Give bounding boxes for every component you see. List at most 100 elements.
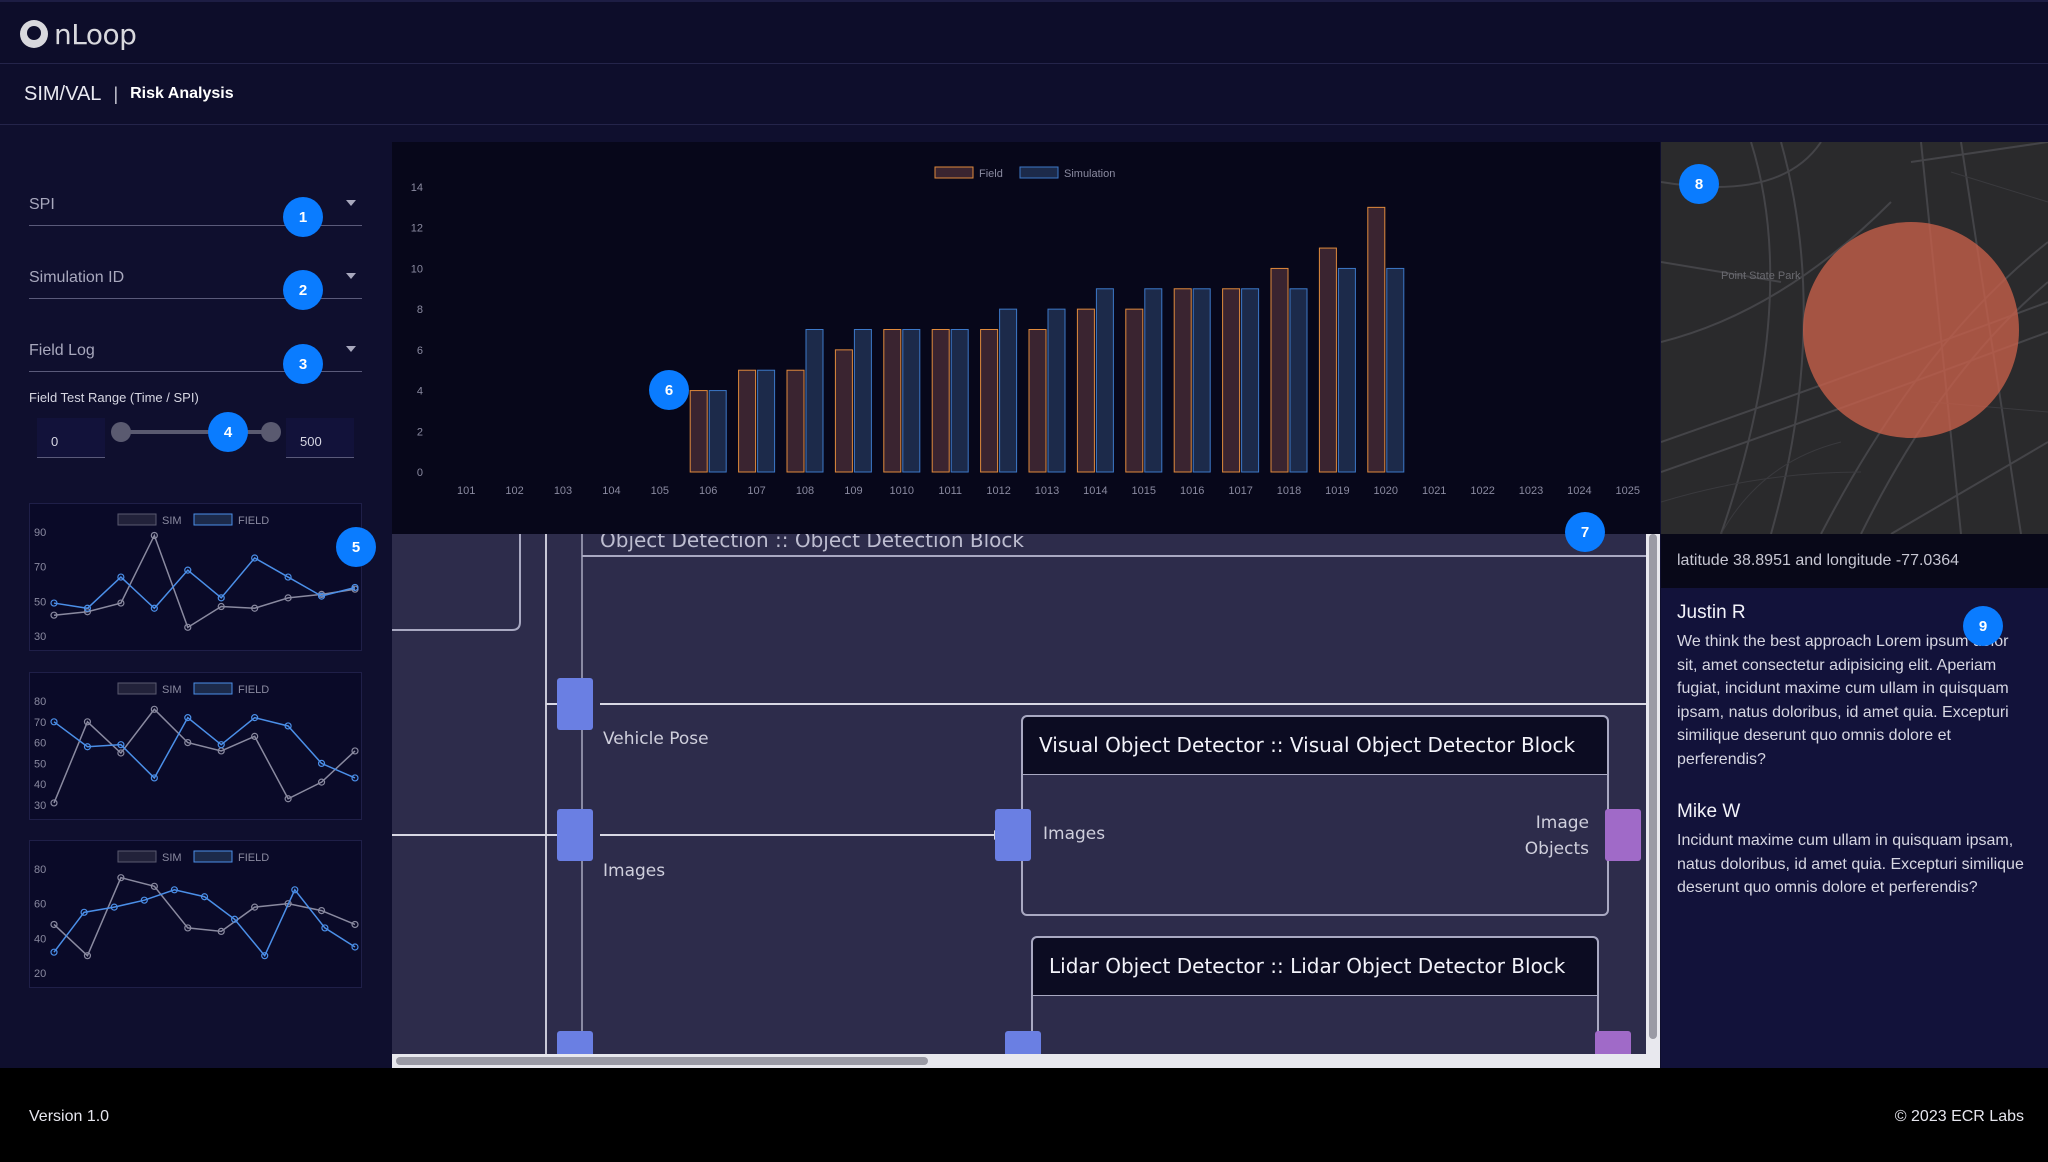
breadcrumb: SIM/VAL | Risk Analysis — [0, 64, 2048, 125]
x-tick-label: 1016 — [1180, 485, 1204, 497]
field-bar — [1270, 267, 1289, 473]
images-label: Images — [603, 861, 666, 881]
field-bar — [1125, 308, 1144, 473]
range-min-input[interactable]: 0 — [37, 418, 105, 458]
footer: Version 1.0 © 2023 ECR Labs — [0, 1068, 2048, 1162]
legend-swatch — [117, 850, 157, 863]
sim-line — [53, 708, 356, 804]
legend-swatch — [117, 513, 157, 526]
map-coordinates: latitude 38.8951 and longitude -77.0364 — [1661, 534, 2048, 588]
comment-author: Mike W — [1677, 801, 1741, 822]
range-slider-min-handle[interactable] — [111, 422, 131, 442]
field-log-dropdown-label: Field Log — [29, 342, 95, 359]
simulation-bar — [1192, 288, 1211, 473]
page-title: Risk Analysis — [130, 85, 234, 102]
legend-swatch — [193, 850, 233, 863]
x-tick-label: 101 — [457, 485, 475, 497]
visual-block-image-objects-port[interactable] — [1605, 809, 1641, 861]
legend-label: SIM — [162, 515, 182, 527]
breadcrumb-section[interactable]: SIM/VAL — [24, 83, 101, 106]
comments-panel: Justin R We think the best approach Lore… — [1661, 588, 2048, 1068]
lidar-object-detector-block[interactable]: Lidar Object Detector :: Lidar Object De… — [1031, 936, 1599, 1068]
mini-chart-3[interactable]: 80 60 40 20 SIM FIELD — [29, 840, 362, 988]
step-badge-4[interactable]: 4 — [208, 412, 248, 452]
block-diagram[interactable]: Object Detection :: Object Detection Blo… — [392, 534, 1660, 1068]
bar-chart-panel: 0 2 4 6 8 10 12 14 101 102 103 104 105 106 107 108 109 10… — [392, 142, 1660, 534]
simulation-bar — [1047, 308, 1066, 473]
x-tick-label: 107 — [747, 485, 765, 497]
legend-swatch — [193, 682, 233, 695]
x-tick-label: 108 — [796, 485, 814, 497]
mini-line-chart-2: 80 70 60 50 40 30 SIM FIELD — [34, 682, 359, 812]
x-tick-label: 109 — [844, 485, 862, 497]
field-bar — [980, 329, 999, 473]
step-badge-1[interactable]: 1 — [283, 197, 323, 237]
field-point — [50, 718, 58, 726]
chevron-down-icon — [346, 346, 356, 352]
x-tick-label: 1014 — [1083, 485, 1107, 497]
simulation-bar — [1144, 288, 1163, 473]
step-badge-5[interactable]: 5 — [336, 527, 376, 567]
horizontal-scrollbar[interactable] — [392, 1054, 1660, 1068]
x-tick-label: 1017 — [1228, 485, 1252, 497]
legend-label: Simulation — [1064, 168, 1115, 180]
y-tick-label: 30 — [34, 631, 46, 643]
diagram-partial-title: Object Detection :: Object Detection Blo… — [600, 534, 1024, 552]
simulation-bar — [1337, 267, 1356, 473]
simulation-bar — [805, 329, 824, 473]
sim-line — [53, 533, 356, 629]
range-slider-track[interactable] — [121, 430, 271, 434]
x-tick-label: 1019 — [1325, 485, 1349, 497]
mini-chart-1[interactable]: 90 70 50 30 SIM FIELD — [29, 503, 362, 651]
copyright-label: © 2023 ECR Labs — [1894, 1108, 2024, 1125]
vehicle-pose-label: Vehicle Pose — [603, 729, 709, 749]
y-tick-label: 80 — [34, 696, 46, 708]
simulation-bar — [999, 308, 1018, 473]
y-tick-label: 30 — [34, 800, 46, 812]
visual-object-detector-block[interactable]: Visual Object Detector :: Visual Object … — [1021, 715, 1609, 916]
horizontal-scrollbar-thumb[interactable] — [396, 1057, 928, 1065]
sim-point — [351, 920, 359, 929]
vertical-scrollbar[interactable] — [1646, 534, 1660, 1068]
y-tick-label: 8 — [417, 304, 423, 316]
vertical-scrollbar-thumb[interactable] — [1649, 534, 1657, 1039]
simulation-bar — [1095, 288, 1114, 473]
field-bar — [1076, 308, 1095, 473]
y-tick-label: 20 — [34, 968, 46, 980]
comment-text: Incidunt maxime cum ullam in quisquam ip… — [1677, 832, 2024, 896]
y-tick-label: 2 — [417, 426, 423, 438]
y-tick-label: 80 — [34, 864, 46, 876]
legend-label: SIM — [162, 852, 182, 864]
y-tick-label: 60 — [34, 738, 46, 750]
range-slider-max-handle[interactable] — [261, 422, 281, 442]
app-logo[interactable]: nLoop — [20, 16, 137, 52]
mini-line-chart-1: 90 70 50 30 SIM FIELD — [34, 513, 359, 643]
visual-block-images-port-label: Images — [1043, 824, 1106, 844]
field-bar — [834, 349, 853, 473]
map-view[interactable]: Point State Park — [1661, 142, 2048, 534]
legend-label: FIELD — [238, 515, 269, 527]
simulation-bar — [708, 390, 727, 473]
x-tick-label: 1010 — [890, 485, 914, 497]
mini-chart-2[interactable]: 80 70 60 50 40 30 SIM FIELD — [29, 672, 362, 820]
x-tick-label: 103 — [554, 485, 572, 497]
step-badge-7[interactable]: 7 — [1565, 512, 1605, 552]
lidar-block-title: Lidar Object Detector :: Lidar Object De… — [1049, 954, 1566, 978]
images-port[interactable] — [557, 809, 593, 861]
simulation-bar — [1241, 288, 1260, 473]
vehicle-pose-port[interactable] — [557, 678, 593, 730]
step-badge-3[interactable]: 3 — [283, 344, 323, 384]
visual-block-images-port[interactable] — [995, 809, 1031, 861]
field-line — [53, 716, 356, 780]
step-badge-9[interactable]: 9 — [1963, 606, 2003, 646]
step-badge-8[interactable]: 8 — [1679, 164, 1719, 204]
step-badge-2[interactable]: 2 — [283, 270, 323, 310]
y-tick-label: 12 — [411, 223, 423, 235]
logo-text: nLoop — [54, 17, 137, 51]
range-max-input[interactable]: 500 — [286, 418, 354, 458]
visual-block-output-label-line2: Objects — [1524, 839, 1589, 859]
y-tick-label: 40 — [34, 779, 46, 791]
x-tick-label: 1021 — [1422, 485, 1446, 497]
step-badge-6[interactable]: 6 — [649, 370, 689, 410]
x-tick-label: 1023 — [1519, 485, 1543, 497]
